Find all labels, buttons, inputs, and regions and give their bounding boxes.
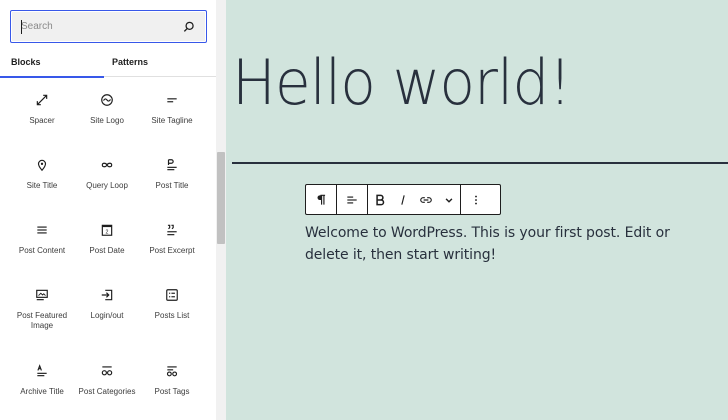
separator-block[interactable] xyxy=(232,162,728,164)
toolbar-group-options xyxy=(461,185,491,214)
block-label: Archive Title xyxy=(20,387,64,396)
link-button[interactable] xyxy=(414,185,437,214)
block-label: Site Title xyxy=(26,181,58,190)
search-icon[interactable] xyxy=(182,20,196,34)
block-label: Site Tagline xyxy=(151,116,193,125)
block-label: Post Tags xyxy=(154,387,190,396)
block-item-site-logo[interactable]: Site Logo xyxy=(75,93,139,126)
block-item-query-loop[interactable]: Query Loop xyxy=(75,158,139,191)
query-loop-icon xyxy=(101,162,113,168)
block-label: Posts List xyxy=(154,311,190,320)
block-item-post-featured-image[interactable]: Post Featured Image xyxy=(10,288,74,331)
sidebar-scrollbar[interactable] xyxy=(216,0,226,420)
inserter-tabs: Blocks Patterns xyxy=(0,50,216,78)
paragraph-icon xyxy=(317,194,326,205)
block-item-post-date[interactable]: 2 Post Date xyxy=(75,223,139,256)
spacer-icon xyxy=(36,94,48,106)
block-label: Query Loop xyxy=(86,181,128,190)
search-input[interactable] xyxy=(11,11,206,42)
block-label: Login/out xyxy=(90,311,124,320)
site-logo-icon xyxy=(101,94,113,106)
align-icon xyxy=(347,196,357,203)
align-button[interactable] xyxy=(337,185,367,214)
italic-button[interactable] xyxy=(391,185,414,214)
post-title-icon xyxy=(167,159,177,171)
block-item-archive-title[interactable]: Archive Title xyxy=(10,364,74,397)
options-button[interactable] xyxy=(461,185,491,214)
search-box[interactable] xyxy=(10,10,207,43)
link-icon xyxy=(419,196,432,203)
block-item-post-title[interactable]: Post Title xyxy=(140,158,204,191)
block-item-site-title[interactable]: Site Title xyxy=(10,158,74,191)
tab-patterns[interactable]: Patterns xyxy=(104,50,156,77)
block-item-post-categories[interactable]: Post Categories xyxy=(75,364,139,397)
bold-button[interactable] xyxy=(368,185,391,214)
block-label: Post Excerpt xyxy=(149,246,195,255)
post-date-icon: 2 xyxy=(101,224,113,236)
site-title-icon xyxy=(37,159,47,172)
block-item-post-tags[interactable]: Post Tags xyxy=(140,364,204,397)
block-inserter-panel: Blocks Patterns Spacer Site Logo Site Ta… xyxy=(0,0,216,420)
paragraph-button[interactable] xyxy=(306,185,336,214)
block-toolbar xyxy=(305,184,501,215)
post-featured-image-icon xyxy=(36,289,48,301)
block-label: Post Title xyxy=(155,181,189,190)
editor-canvas[interactable]: Hello world! Welcome to WordPress. This … xyxy=(226,0,728,420)
text-cursor xyxy=(21,20,22,34)
archive-title-icon xyxy=(37,364,47,377)
bold-icon xyxy=(375,194,384,205)
chevron-down-icon xyxy=(445,197,452,203)
scrollbar-thumb[interactable] xyxy=(217,152,225,244)
more-options-icon xyxy=(475,195,477,204)
post-tags-icon xyxy=(166,366,178,377)
svg-text:2: 2 xyxy=(106,230,109,236)
toolbar-group-alignment xyxy=(337,185,368,214)
block-label: Spacer xyxy=(29,116,55,125)
block-label: Site Logo xyxy=(90,116,124,125)
block-item-post-content[interactable]: Post Content xyxy=(10,223,74,256)
more-formatting-button[interactable] xyxy=(437,185,460,214)
block-item-spacer[interactable]: Spacer xyxy=(10,93,74,126)
block-grid: Spacer Site Logo Site Tagline Site Title xyxy=(0,78,216,420)
toolbar-group-formatting xyxy=(368,185,461,214)
block-label: Post Featured Image xyxy=(16,311,68,330)
post-title[interactable]: Hello world! xyxy=(232,46,572,119)
block-item-site-tagline[interactable]: Site Tagline xyxy=(140,93,204,126)
login-out-icon xyxy=(101,289,113,301)
toolbar-group-block-type xyxy=(306,185,337,214)
paragraph-block[interactable]: Welcome to WordPress. This is your first… xyxy=(305,222,705,266)
site-tagline-icon xyxy=(167,98,177,103)
block-label: Post Content xyxy=(18,246,66,255)
tab-blocks[interactable]: Blocks xyxy=(0,50,104,78)
italic-icon xyxy=(400,194,405,205)
post-excerpt-icon xyxy=(167,224,177,236)
post-content-icon xyxy=(37,226,47,234)
post-categories-icon xyxy=(101,366,113,376)
block-item-post-excerpt[interactable]: Post Excerpt xyxy=(140,223,204,256)
posts-list-icon xyxy=(166,289,178,301)
block-label: Post Date xyxy=(89,246,125,255)
block-item-posts-list[interactable]: Posts List xyxy=(140,288,204,321)
block-label: Post Categories xyxy=(78,387,136,396)
block-item-login-out[interactable]: Login/out xyxy=(75,288,139,321)
